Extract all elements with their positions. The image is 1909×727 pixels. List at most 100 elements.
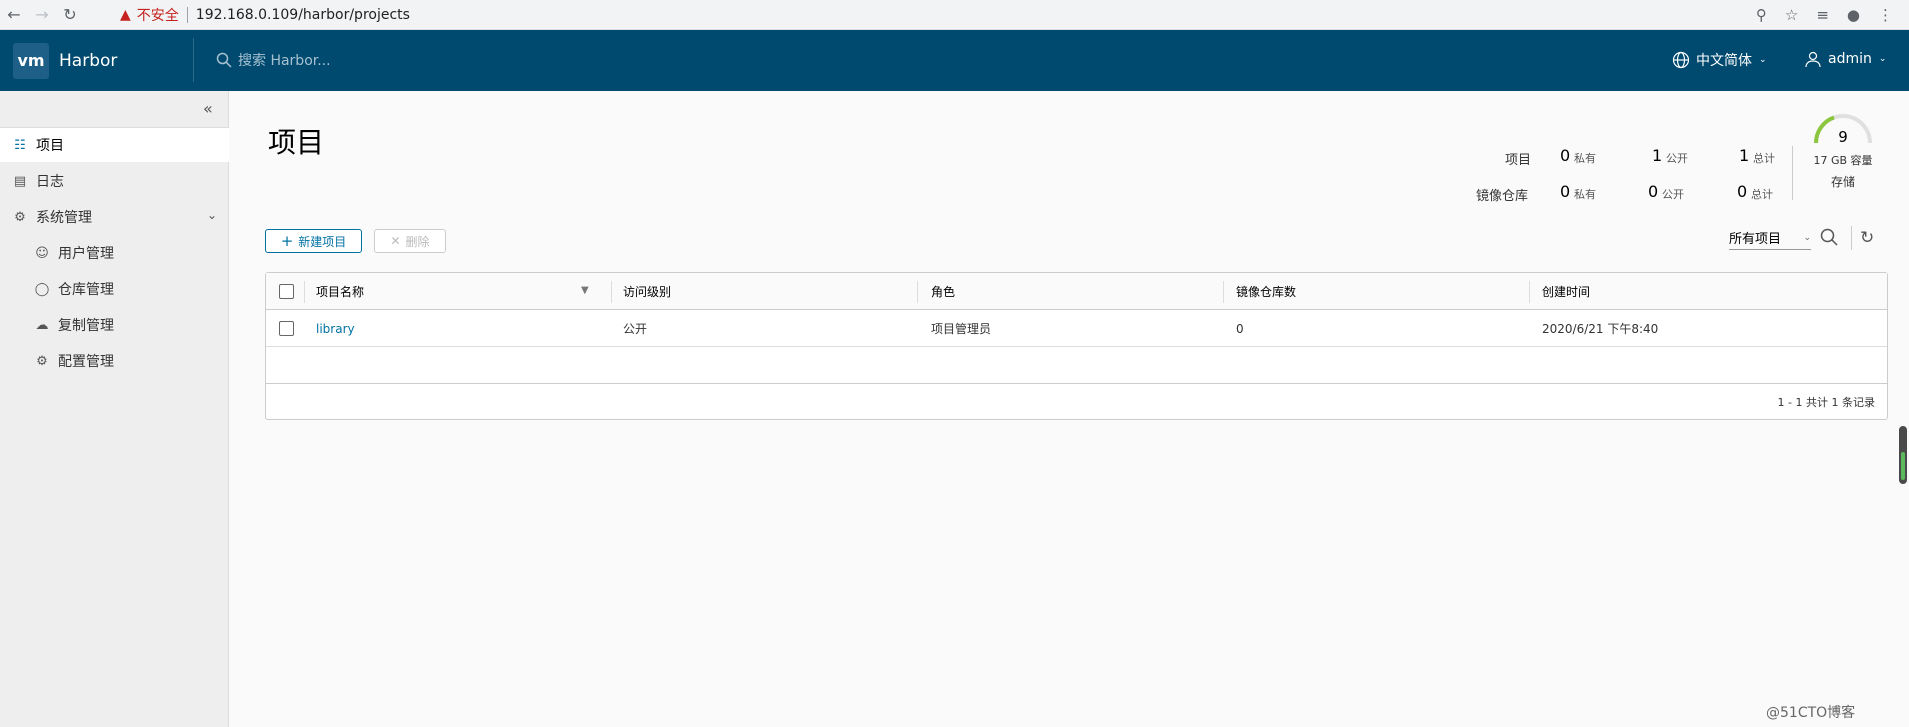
stat-row-label: 项目 (1505, 153, 1532, 168)
column-header-name[interactable]: 项目名称 (316, 273, 364, 310)
role-cell: 项目管理员 (931, 322, 992, 336)
stat-unit: 总计 (1751, 188, 1773, 201)
address-bar[interactable]: ▲ 不安全 192.168.0.109/harbor/projects (120, 5, 410, 25)
select-all-checkbox[interactable] (279, 284, 294, 299)
column-divider (611, 281, 612, 303)
language-label: 中文简体 (1696, 53, 1752, 69)
stat-unit: 私有 (1574, 152, 1596, 165)
more-menu-icon[interactable]: ⋮ (1878, 6, 1893, 24)
plus-icon: + (280, 231, 294, 250)
sidebar-item-label: 系统管理 (36, 210, 92, 226)
access-level-cell: 公开 (623, 322, 648, 336)
column-header-created[interactable]: 创建时间 (1542, 273, 1590, 310)
project-name-link[interactable]: library (316, 310, 355, 347)
table-footer: 1 - 1 共计 1 条记录 (266, 383, 1887, 420)
config-icon: ⚙ (36, 353, 48, 369)
chevron-down-icon: ⌄ (1759, 55, 1767, 65)
replication-icon: ☁ (35, 317, 49, 333)
column-header-repo-count[interactable]: 镜像仓库数 (1236, 273, 1296, 310)
browser-actions: ⚲ ☆ ≡ ● ⋮ (1756, 0, 1893, 30)
repo-count-cell: 0 (1236, 321, 1244, 336)
profile-icon[interactable]: ● (1847, 6, 1860, 24)
sidebar-item-replication[interactable]: ☁ 复制管理 (0, 308, 229, 342)
column-divider (1223, 281, 1224, 303)
projects-icon: ☷ (14, 137, 26, 153)
reload-icon[interactable]: ↻ (56, 3, 84, 27)
registry-icon: ◯ (34, 281, 50, 297)
forward-arrow-icon[interactable]: → (28, 3, 56, 27)
sidebar-item-label: 复制管理 (58, 318, 114, 334)
sidebar-item-registries[interactable]: ◯ 仓库管理 (0, 272, 229, 306)
stat-unit: 公开 (1666, 152, 1688, 165)
star-icon[interactable]: ☆ (1785, 6, 1798, 24)
stat-value: 0 (1560, 146, 1571, 165)
sidebar-item-admin[interactable]: ⚙ 系统管理 ⌄ (0, 200, 229, 234)
chevron-down-icon: ⌄ (1803, 232, 1811, 243)
back-arrow-icon[interactable]: ← (0, 3, 28, 27)
search-icon (1820, 228, 1838, 246)
header-divider (193, 38, 194, 82)
sidebar-item-label: 仓库管理 (58, 282, 114, 298)
pagination-summary: 1 - 1 共计 1 条记录 (1777, 396, 1875, 409)
table-row[interactable]: library 公开 项目管理员 0 2020/6/21 下午8:40 (266, 310, 1887, 347)
toolbar-divider (1851, 226, 1852, 250)
key-icon[interactable]: ⚲ (1756, 6, 1767, 24)
sidebar-item-logs[interactable]: ▤ 日志 (0, 164, 229, 198)
storage-value: 9 (1838, 128, 1848, 146)
delete-button[interactable]: ✕ 删除 (374, 229, 446, 253)
column-divider (917, 281, 918, 303)
search-icon (216, 52, 232, 68)
username: admin (1828, 51, 1872, 67)
stat-unit: 总计 (1753, 152, 1775, 165)
search-input[interactable]: 搜索 Harbor... (238, 50, 331, 70)
language-selector[interactable]: 中文简体 ⌄ (1672, 50, 1767, 70)
app-header: vm Harbor 搜索 Harbor... 中文简体 ⌄ admin ⌄ (0, 30, 1909, 91)
column-divider (1529, 281, 1530, 303)
new-project-button[interactable]: + 新建项目 (265, 229, 362, 253)
collapse-sidebar-icon[interactable]: « (203, 99, 213, 118)
url-text[interactable]: 192.168.0.109/harbor/projects (196, 7, 410, 23)
vmware-logo[interactable]: vm (13, 42, 49, 79)
page-title: 项目 (268, 126, 325, 159)
logs-icon: ▤ (13, 173, 27, 189)
security-warning: 不安全 (136, 7, 179, 24)
close-icon: ✕ (390, 234, 401, 248)
row-checkbox[interactable] (279, 321, 294, 336)
user-icon (1805, 51, 1821, 68)
warning-triangle-icon: ▲ (120, 6, 131, 23)
stats-divider (1792, 146, 1793, 200)
refresh-button[interactable]: ↻ (1860, 228, 1874, 248)
sidebar: « ☷ 项目 ▤ 日志 ⚙ 系统管理 ⌄ ☺ 用户管理 ◯ 仓库管理 ☁ 复制管… (0, 91, 229, 727)
storage-label: 存储 (1830, 175, 1855, 189)
sidebar-item-label: 日志 (36, 174, 64, 190)
admin-icon: ⚙ (14, 209, 26, 225)
sidebar-item-label: 用户管理 (58, 246, 114, 262)
stat-row-label: 镜像仓库 (1476, 189, 1529, 204)
stat-value: 0 (1560, 182, 1571, 201)
sidebar-item-users[interactable]: ☺ 用户管理 (0, 236, 229, 270)
sidebar-item-projects[interactable]: ☷ 项目 (0, 128, 229, 162)
storage-gauge: 9 17 GB 容量 存储 (1808, 112, 1878, 192)
users-icon: ☺ (35, 245, 49, 261)
column-header-role[interactable]: 角色 (931, 273, 955, 310)
table-header: 项目名称 ▼ 访问级别 角色 镜像仓库数 创建时间 (266, 273, 1887, 310)
filter-icon[interactable]: ▼ (581, 285, 589, 296)
user-menu[interactable]: admin ⌄ (1804, 50, 1886, 68)
watermark: @51CTO博客 (1766, 705, 1856, 721)
global-search[interactable]: 搜索 Harbor... (216, 50, 331, 70)
project-filter-select[interactable]: 所有项目 ⌄ (1729, 226, 1811, 250)
app-name[interactable]: Harbor (59, 51, 117, 71)
sidebar-item-label: 配置管理 (58, 354, 114, 370)
search-toggle[interactable] (1820, 228, 1838, 251)
sidebar-item-config[interactable]: ⚙ 配置管理 (0, 344, 229, 378)
sidebar-item-label: 项目 (36, 138, 64, 154)
projects-table: 项目名称 ▼ 访问级别 角色 镜像仓库数 创建时间 library 公开 项目管… (265, 272, 1888, 420)
scrollbar-indicator[interactable] (1899, 426, 1907, 484)
stat-value: 0 (1648, 182, 1659, 201)
storage-capacity: 17 GB 容量 (1813, 154, 1873, 167)
column-header-access[interactable]: 访问级别 (623, 273, 671, 310)
globe-icon (1672, 51, 1690, 69)
reading-list-icon[interactable]: ≡ (1816, 6, 1829, 24)
filter-selected-value: 所有项目 (1729, 232, 1782, 247)
new-project-label: 新建项目 (298, 234, 347, 249)
